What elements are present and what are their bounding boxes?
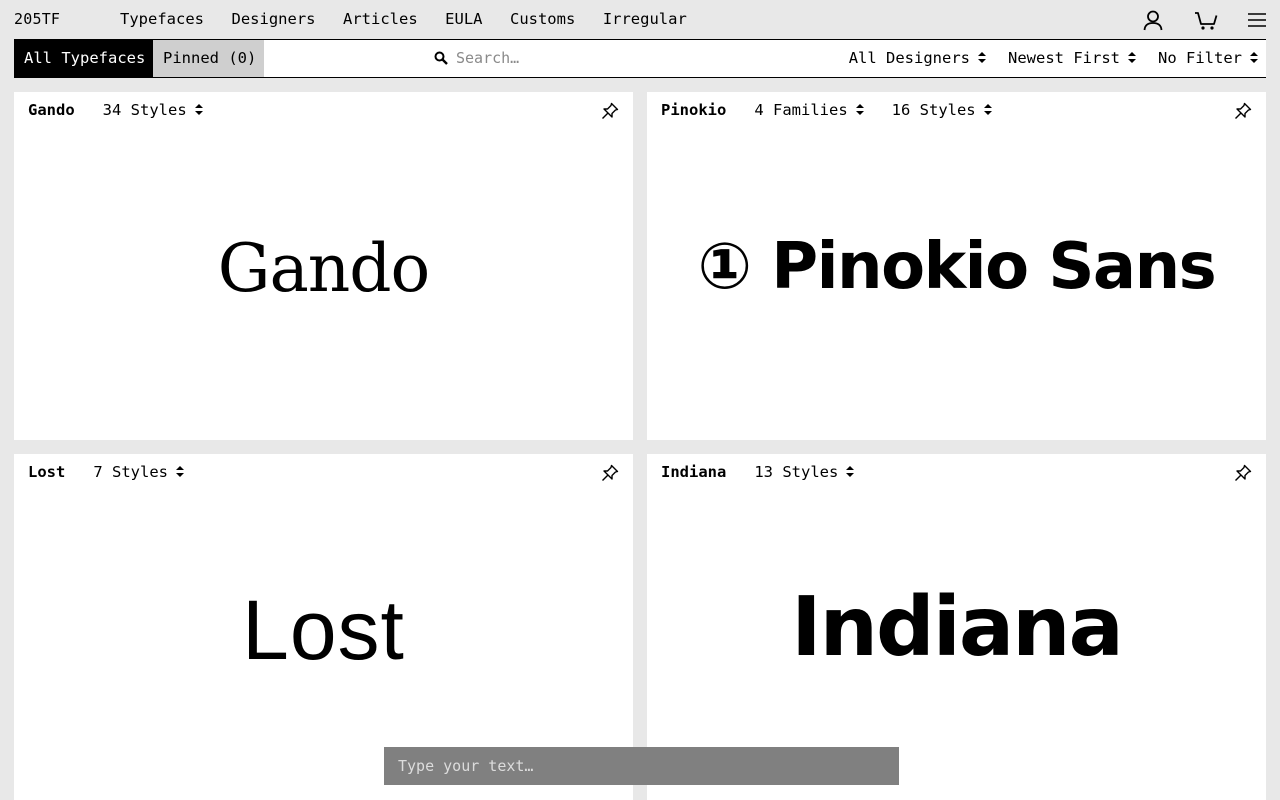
families-select[interactable]: 4 Families [754,101,864,119]
typeface-name[interactable]: Indiana [661,463,726,481]
sort-select[interactable]: Newest First [1008,49,1136,67]
nav-link-irregular[interactable]: Irregular [603,10,687,28]
card-header: Lost 7 Styles [28,463,212,481]
updown-arrows-icon [175,466,184,478]
styles-count: 34 Styles [102,101,187,119]
search-box [434,49,656,67]
nav-link-designers[interactable]: Designers [232,10,316,28]
hamburger-menu-icon[interactable] [1248,9,1266,31]
typeface-name[interactable]: Gando [28,101,75,119]
updown-arrows-icon [1250,52,1258,64]
search-input[interactable] [456,49,656,67]
sort-select-label: Newest First [1008,49,1120,67]
tab-pinned[interactable]: Pinned (0) [153,40,264,77]
tab-all-typefaces[interactable]: All Typefaces [14,40,153,77]
search-icon [434,51,448,65]
updown-arrows-icon [194,104,203,116]
pin-icon[interactable] [1234,102,1252,120]
typeface-specimen[interactable]: Lost [14,582,633,679]
updown-arrows-icon [983,104,992,116]
pin-icon[interactable] [601,464,619,482]
typeface-name[interactable]: Lost [28,463,65,481]
styles-select[interactable]: 13 Styles [754,463,855,481]
top-navigation: 205TF Typefaces Designers Articles EULA … [0,0,1280,39]
families-count: 4 Families [754,101,848,119]
header-actions [1142,9,1266,31]
styles-count: 7 Styles [93,463,168,481]
styles-count: 13 Styles [754,463,839,481]
card-header: Indiana 13 Styles [661,463,882,481]
pin-icon[interactable] [1234,464,1252,482]
type-tester-box [384,747,899,785]
main-nav: Typefaces Designers Articles EULA Custom… [120,10,714,28]
designer-select[interactable]: All Designers [848,49,987,67]
typeface-specimen[interactable]: Gando [14,230,633,307]
card-header: Gando 34 Styles [28,101,231,119]
filter-selects: All Designers Newest First No Filter [849,49,1258,67]
nav-link-customs[interactable]: Customs [510,10,575,28]
filter-select-label: No Filter [1158,49,1242,67]
designer-select-label: All Designers [848,49,971,67]
nav-link-typefaces[interactable]: Typefaces [120,10,204,28]
card-header: Pinokio 4 Families 16 Styles [661,101,1020,119]
updown-arrows-icon [978,52,987,64]
cart-icon[interactable] [1194,9,1218,31]
updown-arrows-icon [846,466,855,478]
filter-bar: All Typefaces Pinned (0) All Designers N… [14,39,1266,78]
account-icon[interactable] [1142,9,1164,31]
filter-select[interactable]: No Filter [1158,49,1258,67]
typeface-specimen[interactable]: Indiana [647,580,1266,675]
updown-arrows-icon [855,104,864,116]
nav-link-articles[interactable]: Articles [343,10,418,28]
styles-select[interactable]: 34 Styles [103,101,203,119]
styles-select[interactable]: 16 Styles [892,101,992,119]
styles-count: 16 Styles [891,101,976,119]
nav-link-eula[interactable]: EULA [445,10,482,28]
type-tester-input[interactable] [384,747,899,785]
updown-arrows-icon [1128,52,1136,64]
brand-logo[interactable]: 205TF [14,10,60,28]
typeface-card-pinokio[interactable]: Pinokio 4 Families 16 Styles ① Pinokio S… [647,92,1266,440]
typeface-name[interactable]: Pinokio [661,101,726,119]
pin-icon[interactable] [601,102,619,120]
typeface-card-gando[interactable]: Gando 34 Styles Gando [14,92,633,440]
styles-select[interactable]: 7 Styles [93,463,184,481]
typeface-specimen[interactable]: ① Pinokio Sans [647,230,1266,304]
